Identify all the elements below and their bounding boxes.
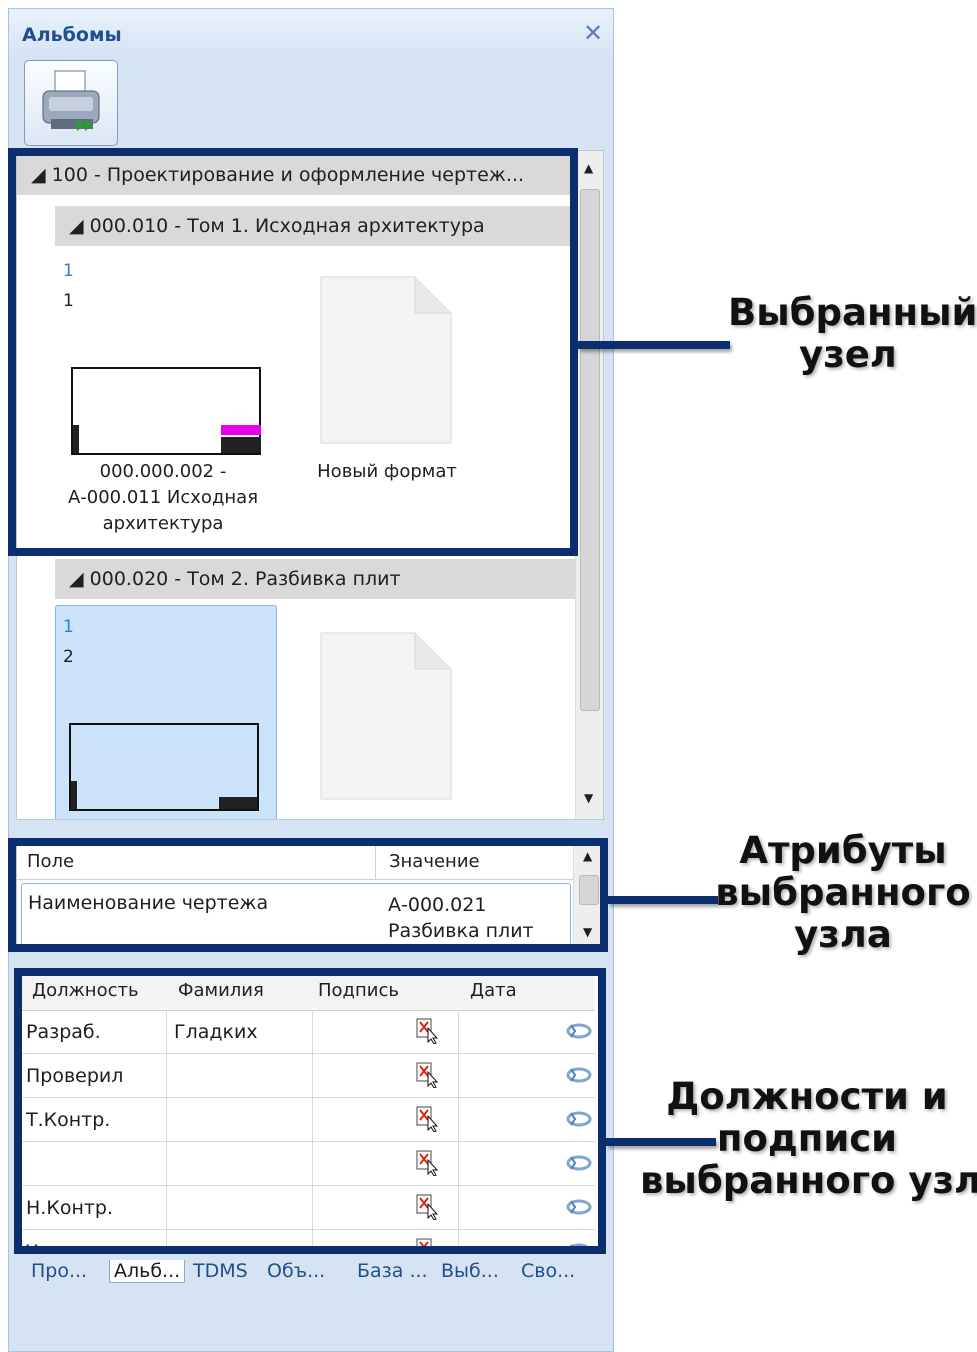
scroll-up-icon[interactable]: ▲ [584, 161, 593, 175]
attribute-row[interactable]: Наименование чертежа А-000.021 Разбивка … [21, 883, 571, 947]
annotation-line [578, 341, 730, 349]
row-position: Т.Контр. [26, 1109, 111, 1131]
date-picker-icon[interactable] [566, 1151, 592, 1179]
signature-row[interactable]: Проверил [20, 1054, 595, 1098]
signature-row[interactable]: Разраб. Гладких [20, 1010, 595, 1054]
row-position: Утв. [26, 1241, 66, 1246]
row-position: Разраб. [26, 1021, 101, 1043]
group1-label: 000.010 - Том 1. Исходная архитектура [89, 215, 485, 237]
col-value-header[interactable]: Значение [389, 851, 480, 872]
tree-root-label: 100 - Проектирование и оформление чертеж… [51, 164, 525, 186]
col-field-header[interactable]: Поле [27, 851, 74, 872]
expand-icon[interactable]: ◢ [31, 164, 46, 186]
insert-signature-icon[interactable] [416, 1238, 442, 1246]
attributes-scrollbar[interactable]: ▲ ▼ [573, 845, 603, 947]
annotation-attributes: Атрибуты выбранного узла [715, 829, 971, 956]
panel-title: Альбомы [22, 24, 122, 46]
signature-row[interactable]: Утв. [20, 1230, 595, 1246]
insert-signature-icon[interactable] [416, 1018, 442, 1048]
tab-database[interactable]: База ... [357, 1260, 428, 1282]
close-icon[interactable]: ✕ [583, 19, 603, 47]
annotation-selected-node: Выбранный узел [728, 291, 977, 376]
tab-albums[interactable]: Альб... [109, 1260, 186, 1283]
header-date[interactable]: Дата [470, 980, 517, 1001]
annotation-line [608, 896, 718, 904]
signature-row[interactable]: Т.Контр. [20, 1098, 595, 1142]
tree-group-node-1[interactable]: ◢ 000.010 - Том 1. Исходная архитектура [55, 206, 583, 246]
print-button[interactable] [24, 60, 118, 146]
new-format-label: Новый формат [317, 461, 457, 482]
sheet-number-b-2: 2 [63, 647, 74, 667]
signatures-header: Должность Фамилия Подпись Дата [20, 976, 595, 1011]
expand-icon[interactable]: ◢ [69, 215, 84, 237]
attr-value: А-000.021 Разбивка плит [388, 894, 534, 942]
tree-scroll-thumb[interactable] [580, 189, 600, 711]
signature-row[interactable] [20, 1142, 595, 1186]
insert-signature-icon[interactable] [416, 1106, 442, 1136]
sheet-number-b: 1 [63, 291, 74, 311]
date-picker-icon[interactable] [566, 1063, 592, 1091]
attr-field: Наименование чертежа [28, 892, 269, 914]
tab-selection[interactable]: Выб... [441, 1260, 499, 1282]
sheet-number-a-2: 1 [63, 617, 74, 637]
new-format-icon[interactable] [315, 275, 455, 447]
sheet-thumbnail-2[interactable] [69, 723, 259, 811]
attributes-scroll-thumb[interactable] [579, 875, 599, 905]
header-surname[interactable]: Фамилия [178, 980, 264, 1001]
row-surname: Гладких [174, 1021, 258, 1043]
sheet-thumbnail-1[interactable] [71, 367, 263, 457]
tab-tdms[interactable]: TDMS [193, 1260, 248, 1282]
date-picker-icon[interactable] [566, 1019, 592, 1047]
new-format-icon-2[interactable] [315, 631, 455, 803]
scroll-down-icon[interactable]: ▼ [583, 925, 592, 939]
expand-icon[interactable]: ◢ [69, 568, 84, 590]
scroll-down-icon[interactable]: ▼ [584, 791, 593, 805]
group2-label: 000.020 - Том 2. Разбивка плит [89, 568, 401, 590]
header-signature[interactable]: Подпись [318, 980, 399, 1001]
tab-properties[interactable]: Про... [31, 1260, 87, 1282]
sheet-number-a: 1 [63, 261, 74, 281]
panel-tabs: Про... Альб... TDMS Объ... База ... Выб.… [9, 1258, 613, 1298]
tree-root-node[interactable]: ◢ 100 - Проектирование и оформление черт… [17, 155, 591, 195]
date-picker-icon[interactable] [566, 1107, 592, 1135]
annotation-signatures: Должности и подписи выбранного узла [640, 1075, 977, 1202]
tree-scrollbar[interactable]: ▲ ▼ [575, 151, 603, 819]
header-position[interactable]: Должность [32, 980, 139, 1001]
date-picker-icon[interactable] [566, 1195, 592, 1223]
tab-objects[interactable]: Объ... [267, 1260, 325, 1282]
tab-properties-2[interactable]: Сво... [521, 1260, 575, 1282]
insert-signature-icon[interactable] [416, 1062, 442, 1092]
date-picker-icon[interactable] [566, 1239, 592, 1246]
insert-signature-icon[interactable] [416, 1194, 442, 1224]
sheet-caption-1: 000.000.002 - А-000.011 Исходная архитек… [67, 461, 259, 534]
tree-group-node-2[interactable]: ◢ 000.020 - Том 2. Разбивка плит [55, 559, 583, 599]
signature-row[interactable]: Н.Контр. [20, 1186, 595, 1230]
attributes-grid[interactable]: Поле Значение Наименование чертежа А-000… [16, 844, 604, 948]
row-position: Н.Контр. [26, 1197, 114, 1219]
scroll-up-icon[interactable]: ▲ [583, 849, 592, 863]
signatures-grid[interactable]: Должность Фамилия Подпись Дата Разраб. Гл… [20, 976, 600, 1246]
insert-signature-icon[interactable] [416, 1150, 442, 1180]
row-position: Проверил [26, 1065, 124, 1087]
printer-icon [42, 70, 100, 131]
album-tree[interactable]: ◢ 100 - Проектирование и оформление черт… [16, 150, 604, 820]
